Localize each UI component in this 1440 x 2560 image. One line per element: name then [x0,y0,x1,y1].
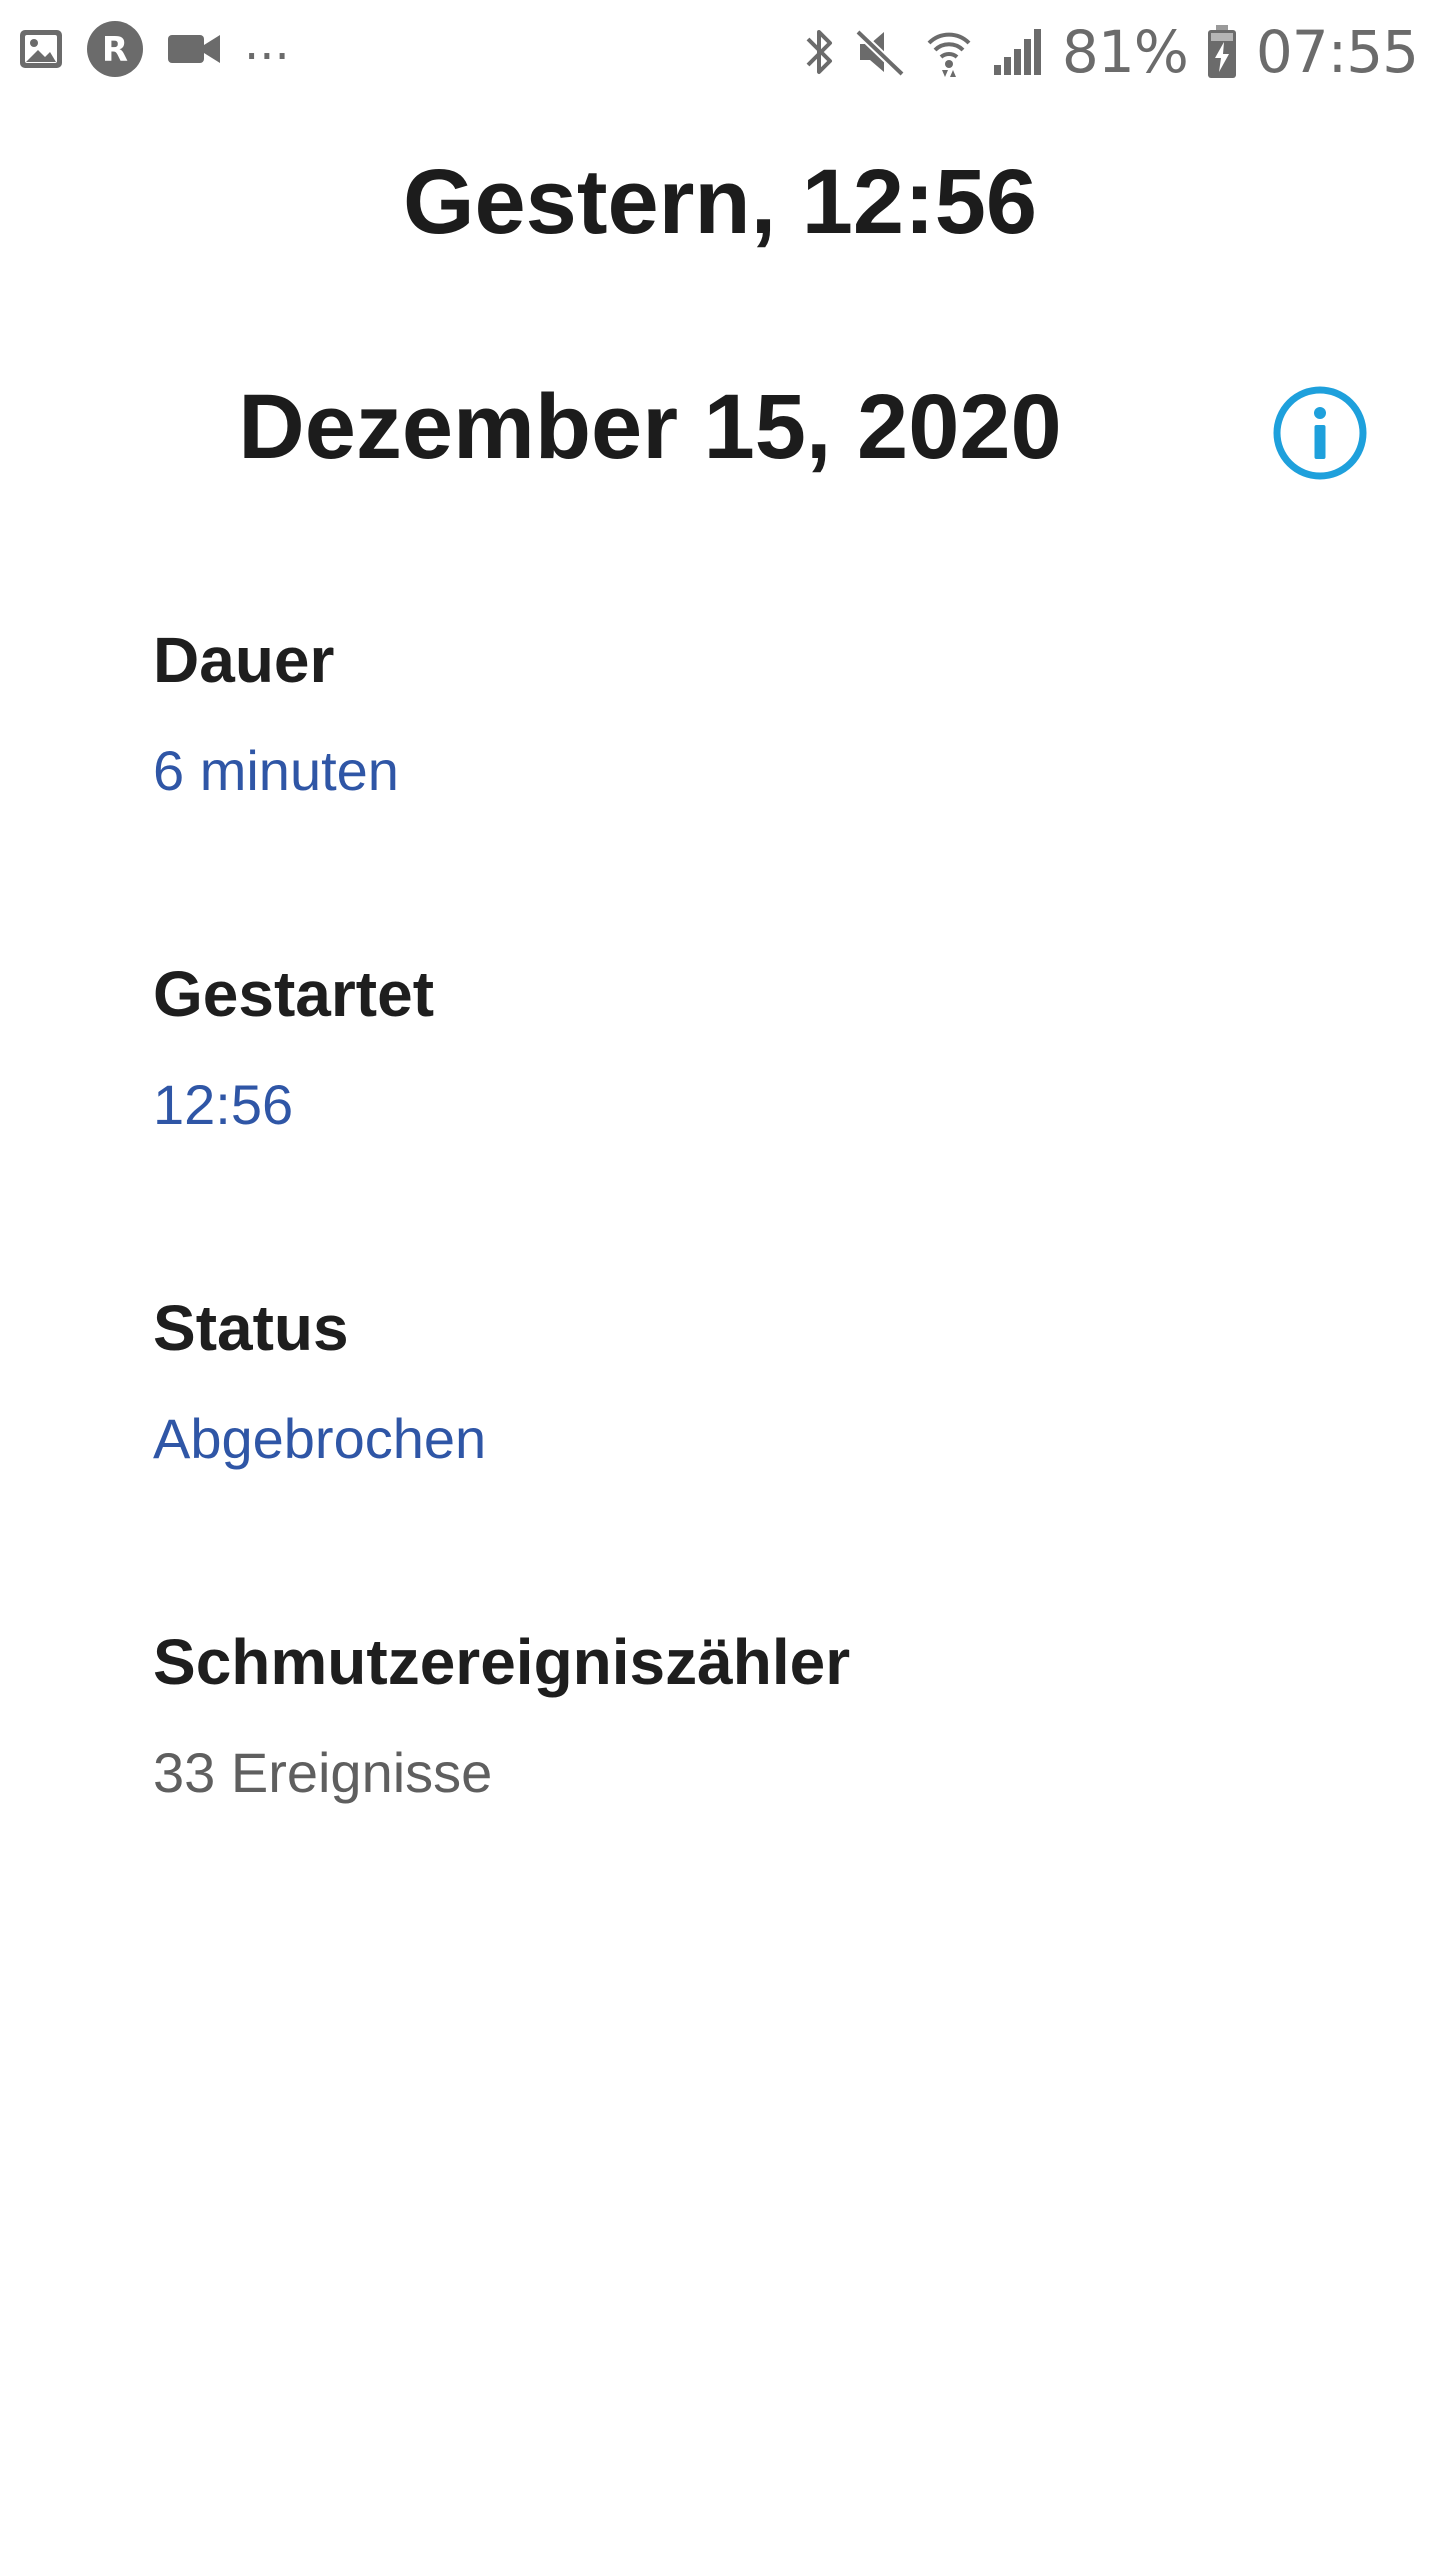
wifi-icon [924,25,974,79]
started-label: Gestartet [153,958,434,1030]
battery-percent: 81% [1061,18,1189,86]
more-notifications-indicator: ... [244,15,290,71]
svg-text:R: R [102,30,128,70]
started-value: 12:56 [153,1073,294,1136]
r-app-icon: R [86,20,144,78]
bluetooth-icon [802,25,836,79]
date-row: Dezember 15, 2020 [0,375,1440,505]
date-title: Dezember 15, 2020 [238,376,1062,478]
status-bar-right: 81% 07:55 [802,18,1419,86]
video-camera-icon [166,29,222,69]
info-icon [1273,386,1367,480]
status-bar: R ... 81% 07:55 [0,0,1440,100]
page-title: Gestern, 12:56 [402,151,1038,253]
mute-icon [854,26,906,78]
detail-started: Gestartet 12:56 [153,944,1353,1278]
duration-label: Dauer [153,624,335,696]
signal-icon [992,27,1044,77]
details-list: Dauer 6 minuten Gestartet 12:56 Status A… [153,610,1353,1946]
clock: 07:55 [1255,18,1419,86]
info-button[interactable] [1272,385,1368,481]
status-label: Status [153,1292,349,1364]
duration-value: 6 minuten [153,739,399,802]
detail-status: Status Abgebrochen [153,1278,1353,1612]
dirt-event-counter-value: 33 Ereignisse [153,1741,493,1804]
status-bar-left: R ... [18,15,290,78]
battery-charging-icon [1206,24,1238,80]
status-value: Abgebrochen [153,1407,487,1470]
detail-duration: Dauer 6 minuten [153,610,1353,944]
image-icon [18,26,64,72]
dirt-event-counter-label: Schmutzereigniszähler [153,1626,851,1698]
detail-dirt-event-counter: Schmutzereigniszähler 33 Ereignisse [153,1612,1353,1946]
